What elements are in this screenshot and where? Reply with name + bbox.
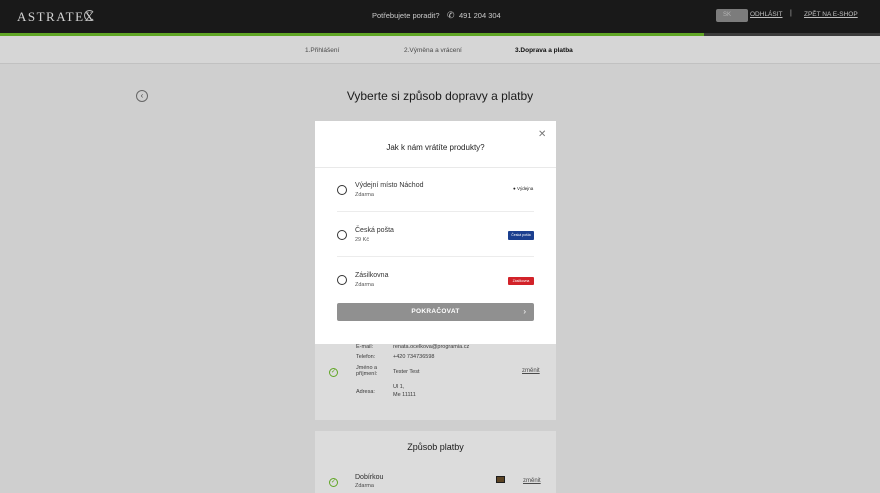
close-icon[interactable]: ✕ xyxy=(538,130,546,140)
radio-zasilkovna[interactable] xyxy=(337,275,347,285)
radio-pickup-point[interactable] xyxy=(337,185,347,195)
return-method-modal: ✕ Jak k nám vrátíte produkty? Výdejní mí… xyxy=(315,121,556,344)
option-pickup-point[interactable]: Výdejní místo Náchod Zdarma ● Výdejna xyxy=(337,168,534,212)
option-price: Zdarma xyxy=(355,282,374,288)
divider xyxy=(337,256,534,257)
radio-czech-post[interactable] xyxy=(337,230,347,240)
chevron-right-icon: › xyxy=(523,307,526,316)
divider xyxy=(337,211,534,212)
pickup-logo: ● Výdejna xyxy=(513,186,534,191)
continue-button[interactable]: POKRAČOVAT › xyxy=(337,303,534,321)
option-czech-post[interactable]: Česká pošta 29 Kč Česká pošta xyxy=(337,213,534,257)
option-name: Česká pošta xyxy=(355,227,394,234)
option-name: Zásilkovna xyxy=(355,272,389,279)
modal-title: Jak k nám vrátíte produkty? xyxy=(386,143,485,152)
czech-post-logo: Česká pošta xyxy=(508,231,534,240)
option-price: 29 Kč xyxy=(355,237,370,243)
continue-label: POKRAČOVAT xyxy=(411,308,460,315)
zasilkovna-logo: Zásilkovna xyxy=(508,277,534,285)
option-zasilkovna[interactable]: Zásilkovna Zdarma Zásilkovna xyxy=(337,258,534,302)
option-name: Výdejní místo Náchod xyxy=(355,182,424,189)
option-price: Zdarma xyxy=(355,192,374,198)
